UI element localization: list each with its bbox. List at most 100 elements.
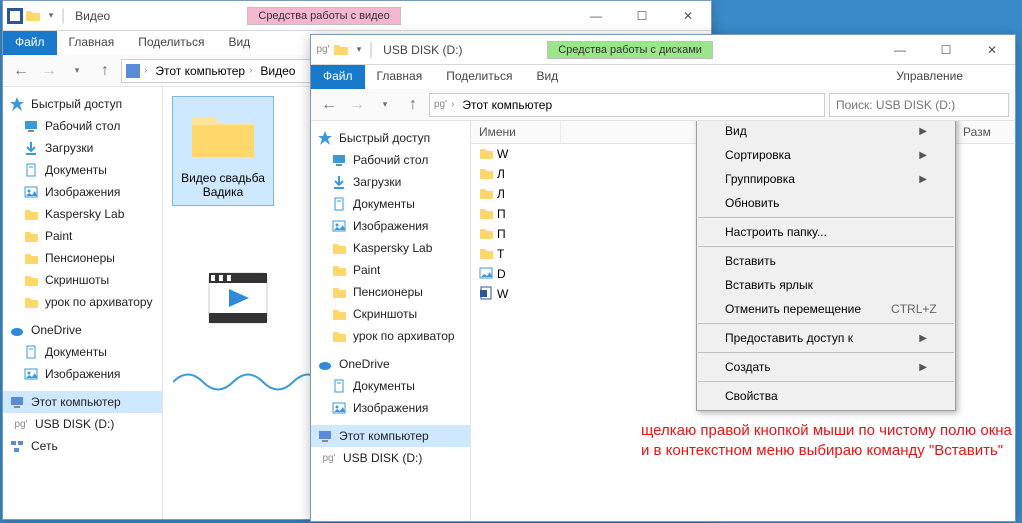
nav-onedrive[interactable]: OneDrive <box>311 353 470 375</box>
nav-item[interactable]: Скриншоты <box>311 303 470 325</box>
contextual-tab-disk[interactable]: Средства работы с дисками <box>547 41 713 59</box>
contextual-tab-video[interactable]: Средства работы с видео <box>247 7 400 25</box>
nav-item[interactable]: Изображения <box>3 181 162 203</box>
file-icon <box>479 226 493 243</box>
cell-name: Т <box>471 244 561 265</box>
nav-quick-access[interactable]: Быстрый доступ <box>3 93 162 115</box>
back-button[interactable]: ← <box>9 59 33 83</box>
nav-item-icon <box>331 174 347 190</box>
nav-item[interactable]: Загрузки <box>311 171 470 193</box>
quick-access-toolbar: pg' ▾ | <box>311 41 377 59</box>
menu-paste-shortcut[interactable]: Вставить ярлык <box>697 273 955 297</box>
breadcrumb[interactable]: pg'› Этот компьютер <box>429 93 825 117</box>
menu-new[interactable]: Создать▶ <box>697 355 955 379</box>
nav-item[interactable]: Документы <box>3 341 162 363</box>
minimize-button[interactable]: — <box>877 35 923 65</box>
video-file-icon[interactable] <box>203 267 273 342</box>
nav-item[interactable]: Изображения <box>311 397 470 419</box>
cell-name: П <box>471 224 561 245</box>
tab-file[interactable]: Файл <box>3 31 57 55</box>
nav-network[interactable]: Сеть <box>3 435 162 457</box>
app-icon: pg' <box>315 42 331 58</box>
nav-item[interactable]: Загрузки <box>3 137 162 159</box>
nav-item[interactable]: Пенсионеры <box>311 281 470 303</box>
folder-item[interactable]: Видео свадьба Вадика <box>173 97 273 205</box>
nav-item[interactable]: Документы <box>3 159 162 181</box>
back-button[interactable]: ← <box>317 93 341 117</box>
nav-item[interactable]: Пенсионеры <box>3 247 162 269</box>
menu-properties[interactable]: Свойства <box>697 384 955 408</box>
nav-item-label: Скриншоты <box>353 307 417 321</box>
menu-group[interactable]: Группировка▶ <box>697 167 955 191</box>
up-button[interactable]: ↑ <box>401 93 425 117</box>
tab-share[interactable]: Поделиться <box>126 31 216 55</box>
close-button[interactable]: ✕ <box>665 1 711 31</box>
nav-item[interactable]: Рабочий стол <box>311 149 470 171</box>
tab-share[interactable]: Поделиться <box>434 65 524 89</box>
nav-this-pc[interactable]: Этот компьютер <box>311 425 470 447</box>
window-title: USB DISK (D:) <box>377 43 547 57</box>
breadcrumb-segment[interactable]: Этот компьютер <box>458 98 556 112</box>
col-size[interactable]: Разм <box>955 121 1015 143</box>
menu-share-access[interactable]: Предоставить доступ к▶ <box>697 326 955 350</box>
nav-item[interactable]: Paint <box>3 225 162 247</box>
nav-item[interactable]: Изображения <box>3 363 162 385</box>
file-icon <box>479 166 493 183</box>
nav-onedrive[interactable]: OneDrive <box>3 319 162 341</box>
breadcrumb-segment[interactable]: Видео <box>256 64 299 78</box>
annotation-text: щелкаю правой кнопкой мыши по чистому по… <box>641 421 1015 462</box>
nav-item[interactable]: урок по архиватору <box>3 291 162 313</box>
tab-file[interactable]: Файл <box>311 65 365 89</box>
nav-item-label: Рабочий стол <box>45 119 120 133</box>
nav-usb-disk[interactable]: pg'USB DISK (D:) <box>311 447 470 469</box>
folder-caption: Видео свадьба Вадика <box>179 171 267 199</box>
menu-view[interactable]: Вид▶ <box>697 121 955 143</box>
close-button[interactable]: ✕ <box>969 35 1015 65</box>
tab-home[interactable]: Главная <box>57 31 127 55</box>
breadcrumb-segment[interactable]: Этот компьютер› <box>151 64 256 78</box>
nav-item-icon <box>23 294 39 310</box>
qat-dropdown-icon[interactable]: ▾ <box>351 42 367 58</box>
nav-item[interactable]: Kaspersky Lab <box>311 237 470 259</box>
nav-item[interactable]: Paint <box>311 259 470 281</box>
maximize-button[interactable]: ☐ <box>619 1 665 31</box>
menu-paste[interactable]: Вставить <box>697 249 955 273</box>
nav-item[interactable]: Документы <box>311 375 470 397</box>
menu-customize-folder[interactable]: Настроить папку... <box>697 220 955 244</box>
recent-dropdown[interactable]: ▾ <box>373 93 397 117</box>
maximize-button[interactable]: ☐ <box>923 35 969 65</box>
menu-refresh[interactable]: Обновить <box>697 191 955 215</box>
nav-item[interactable]: урок по архиватор <box>311 325 470 347</box>
cell-size <box>955 272 1015 276</box>
nav-this-pc[interactable]: Этот компьютер <box>3 391 162 413</box>
nav-item[interactable]: Рабочий стол <box>3 115 162 137</box>
menu-sort[interactable]: Сортировка▶ <box>697 143 955 167</box>
forward-button[interactable]: → <box>345 93 369 117</box>
file-icon <box>479 146 493 163</box>
minimize-button[interactable]: — <box>573 1 619 31</box>
content-area[interactable]: Имени менения Тип Разм W8:30Папка с файл… <box>471 121 1015 521</box>
nav-item[interactable]: Документы <box>311 193 470 215</box>
menu-undo-move[interactable]: Отменить перемещениеCTRL+Z <box>697 297 955 321</box>
qat-dropdown-icon[interactable]: ▾ <box>43 8 59 24</box>
nav-item-icon <box>23 366 39 382</box>
tab-home[interactable]: Главная <box>365 65 435 89</box>
search-input[interactable] <box>829 93 1009 117</box>
nav-item[interactable]: Скриншоты <box>3 269 162 291</box>
col-name[interactable]: Имени <box>471 121 561 143</box>
menu-separator <box>698 217 954 218</box>
cell-name: Л <box>471 184 561 205</box>
up-button[interactable]: ↑ <box>93 59 117 83</box>
tab-manage[interactable]: Управление <box>884 65 975 89</box>
nav-usb-disk[interactable]: pg'USB DISK (D:) <box>3 413 162 435</box>
navigation-pane: Быстрый доступ Рабочий столЗагрузкиДокум… <box>311 121 471 521</box>
tab-view[interactable]: Вид <box>524 65 570 89</box>
nav-item-icon <box>331 284 347 300</box>
recent-dropdown[interactable]: ▾ <box>65 59 89 83</box>
forward-button[interactable]: → <box>37 59 61 83</box>
nav-item[interactable]: Kaspersky Lab <box>3 203 162 225</box>
nav-item[interactable]: Изображения <box>311 215 470 237</box>
tab-view[interactable]: Вид <box>216 31 262 55</box>
nav-quick-access[interactable]: Быстрый доступ <box>311 127 470 149</box>
nav-item-icon <box>23 344 39 360</box>
